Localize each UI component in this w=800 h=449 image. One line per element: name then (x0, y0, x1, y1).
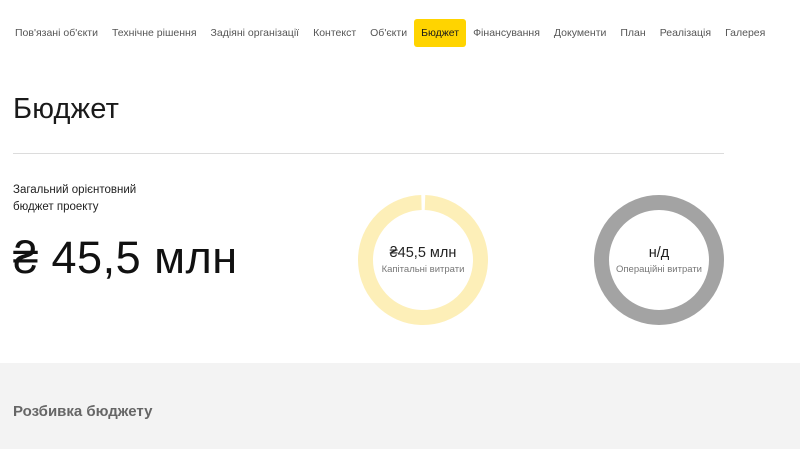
budget-breakdown-title: Розбивка бюджету (13, 403, 153, 420)
tab-related-objects[interactable]: Пов'язані об'єкти (8, 19, 105, 47)
capital-expenses-ring: ₴45,5 млн Капітальні витрати (356, 193, 490, 327)
total-budget-label: Загальний орієнтовний бюджет проекту (13, 184, 137, 213)
tab-technical-solution[interactable]: Технічне рішення (105, 19, 204, 47)
total-budget-value: ₴ 45,5 млн (13, 232, 238, 283)
tab-documents[interactable]: Документи (547, 19, 613, 47)
tab-organizations[interactable]: Задіяні організації (204, 19, 307, 47)
tab-context[interactable]: Контекст (306, 19, 363, 47)
tab-gallery[interactable]: Галерея (718, 19, 772, 47)
section-tabs: Пов'язані об'єкти Технічне рішення Задія… (8, 19, 772, 47)
title-divider (13, 153, 724, 154)
tab-implementation[interactable]: Реалізація (653, 19, 718, 47)
operating-expenses-ring: н/д Операційні витрати (592, 193, 726, 327)
tab-budget[interactable]: Бюджет (414, 19, 467, 47)
capital-expenses-caption: Капітальні витрати (381, 264, 465, 275)
tab-financing[interactable]: Фінансування (466, 19, 547, 47)
operating-expenses-caption: Операційні витрати (616, 264, 702, 275)
capital-expenses-value: ₴45,5 млн (389, 245, 457, 261)
operating-expenses-value: н/д (648, 245, 670, 261)
tab-objects[interactable]: Об'єкти (363, 19, 414, 47)
budget-breakdown-section: Розбивка бюджету (0, 363, 800, 449)
tab-plan[interactable]: План (613, 19, 652, 47)
page-title: Бюджет (13, 93, 120, 125)
